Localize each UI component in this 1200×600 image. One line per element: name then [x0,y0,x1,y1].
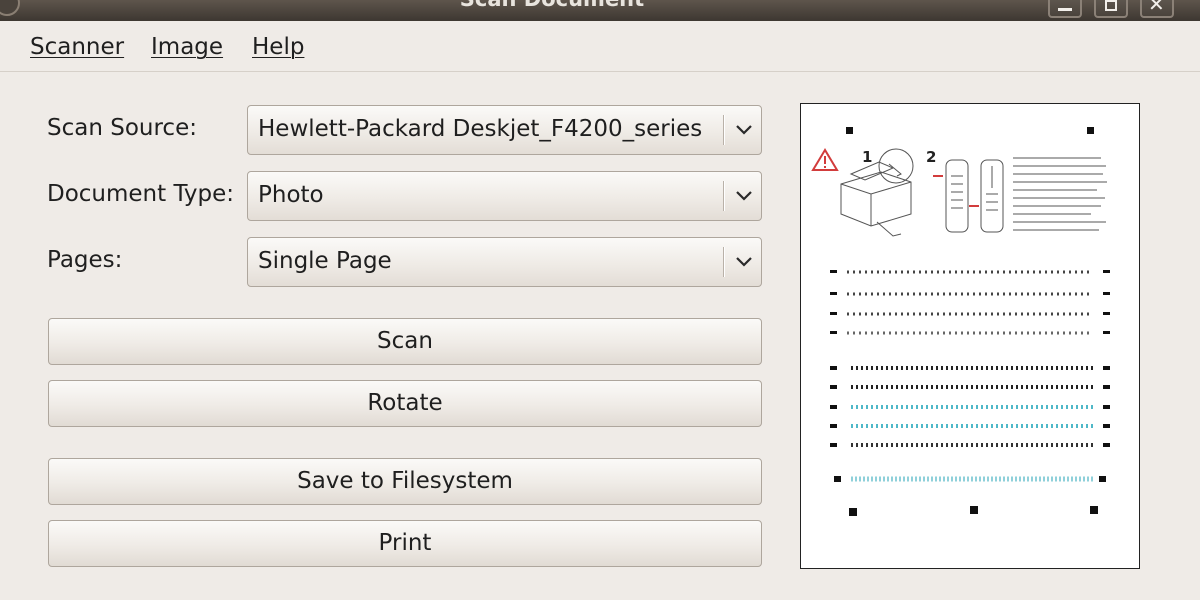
combo-separator [723,247,725,277]
minimize-icon [1058,8,1072,11]
combo-separator [723,115,725,145]
step-2-label: 2 [926,148,936,166]
step-1-label: 1 [862,148,872,166]
menu-help[interactable]: Help [252,34,304,60]
warning-icon [811,148,839,171]
menu-scanner[interactable]: Scanner [30,34,124,60]
title-bar: Scan Document ✕ [0,0,1200,21]
chevron-down-icon [736,125,752,135]
pages-value: Single Page [258,248,392,274]
maximize-button[interactable] [1094,0,1128,18]
scan-preview: 1 2 [800,103,1140,569]
chevron-down-icon [736,191,752,201]
minimize-button[interactable] [1048,0,1082,18]
document-type-label: Document Type: [47,181,235,207]
menu-image[interactable]: Image [151,34,223,60]
scan-source-select[interactable]: Hewlett-Packard Deskjet_F4200_series [247,105,762,155]
pages-select[interactable]: Single Page [247,237,762,287]
scanned-page-image: 1 2 [811,127,1110,516]
scan-button[interactable]: Scan [48,318,762,365]
rotate-button[interactable]: Rotate [48,380,762,427]
chevron-down-icon [736,257,752,267]
close-button[interactable]: ✕ [1140,0,1174,18]
maximize-icon [1105,0,1117,11]
alignment-rows-top [830,270,1110,335]
document-type-select[interactable]: Photo [247,171,762,221]
document-type-value: Photo [258,182,324,208]
window-title: Scan Document [0,0,1104,11]
scan-source-label: Scan Source: [47,115,197,141]
cartridge-illustration [945,159,1004,233]
alignment-row-bottom [834,476,1106,482]
printer-illustration [840,148,914,237]
alignment-rows-middle [830,366,1110,447]
save-to-filesystem-button[interactable]: Save to Filesystem [48,458,762,505]
scan-source-value: Hewlett-Packard Deskjet_F4200_series [258,116,703,142]
instruction-text-block [1013,157,1107,231]
close-icon: ✕ [1148,0,1165,16]
print-button[interactable]: Print [48,520,762,567]
menu-bar: Scanner Image Help [0,21,1200,72]
pages-label: Pages: [47,247,123,273]
combo-separator [723,181,725,211]
